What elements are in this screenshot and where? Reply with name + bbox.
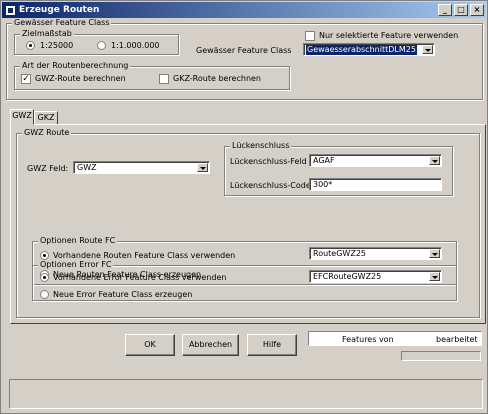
lueckenschluss-code-label: Lückenschluss-Code [230,181,311,190]
gwz-feld-label: GWZ Feld: [27,164,69,173]
gkz-route-checkbox[interactable] [159,74,169,84]
features-von-label: Features von [342,335,394,344]
tab-gwz[interactable]: GWZ [10,109,34,125]
radio-1-25000-label: 1:25000 [40,41,74,50]
lueckenschluss-code-value: 300* [313,180,333,189]
feature-class-select[interactable]: GewaesserabschnittDLM25 [303,43,435,56]
gkz-route-label: GKZ-Route berechnen [173,74,262,83]
lueckenschluss-code-field[interactable]: 300* [309,178,442,191]
feature-class-value: GewaesserabschnittDLM25 [306,45,417,55]
close-button[interactable]: × [470,4,484,16]
nur-selektierte-checkbox[interactable] [305,31,315,41]
main-window: Erzeuge Routen _ □ × Gewässer Feature Cl… [0,0,488,414]
gwz-route-title: GWZ Route [22,128,72,138]
error-fc-new-label: Neue Error Feature Class erzeugen [53,290,193,299]
radio-1-25000[interactable] [26,41,35,50]
chevron-down-icon[interactable] [429,249,440,258]
routenberechnung-label: Art der Routenberechnung [20,61,131,71]
chevron-down-icon[interactable] [422,45,433,54]
group-title: Gewässer Feature Class [12,18,112,28]
error-fc-new-radio[interactable] [40,290,49,299]
title-bar: Erzeuge Routen _ □ × [2,2,486,18]
error-fc-select[interactable]: EFCRouteGWZ25 [309,270,442,283]
ok-button[interactable]: OK [125,334,175,356]
status-bar [9,379,483,409]
gwz-feld-value: GWZ [77,163,97,172]
route-fc-title: Optionen Route FC [38,236,118,246]
hilfe-button[interactable]: Hilfe [247,334,297,356]
chevron-down-icon[interactable] [197,163,208,172]
nur-selektierte-label: Nur selektierte Feature verwenden [319,31,459,40]
radio-1-1000000[interactable] [97,41,106,50]
app-window-icon [5,4,16,16]
error-fc-existing-radio[interactable] [40,273,49,282]
chevron-down-icon[interactable] [429,272,440,281]
error-fc-existing-label: Vorhandene Error Feature Class verwenden [53,273,227,282]
lueckenschluss-feld-label: Lückenschluss-Feld [230,157,307,166]
chevron-down-icon[interactable] [429,156,440,165]
window-title: Erzeuge Routen [19,5,100,15]
lueckenschluss-feld-value: AGAF [313,156,335,165]
route-fc-select[interactable]: RouteGWZ25 [309,247,442,260]
feature-class-label: Gewässer Feature Class [196,46,292,55]
minimize-button[interactable]: _ [438,4,452,16]
route-fc-existing-radio[interactable] [40,251,49,260]
abbrechen-button[interactable]: Abbrechen [182,334,239,356]
maximize-button[interactable]: □ [454,4,468,16]
zielmassstab-label: Zielmaßstab [20,29,74,39]
gwz-feld-select[interactable]: GWZ [73,161,210,174]
lueckenschluss-title: Lückenschluss [230,141,292,151]
progress-bar [401,351,481,361]
route-fc-value: RouteGWZ25 [313,249,366,258]
gwz-route-label: GWZ-Route berechnen [35,74,126,83]
radio-1-1000000-label: 1:1.000.000 [111,41,160,50]
error-fc-title: Optionen Error FC [38,260,114,270]
gwz-route-checkbox[interactable]: ✓ [21,74,31,84]
progress-status: Features von bearbeitet [308,331,482,346]
bearbeitet-label: bearbeitet [436,335,478,344]
tab-gkz[interactable]: GKZ [34,111,58,125]
lueckenschluss-feld-select[interactable]: AGAF [309,154,442,167]
error-fc-value: EFCRouteGWZ25 [313,272,382,281]
